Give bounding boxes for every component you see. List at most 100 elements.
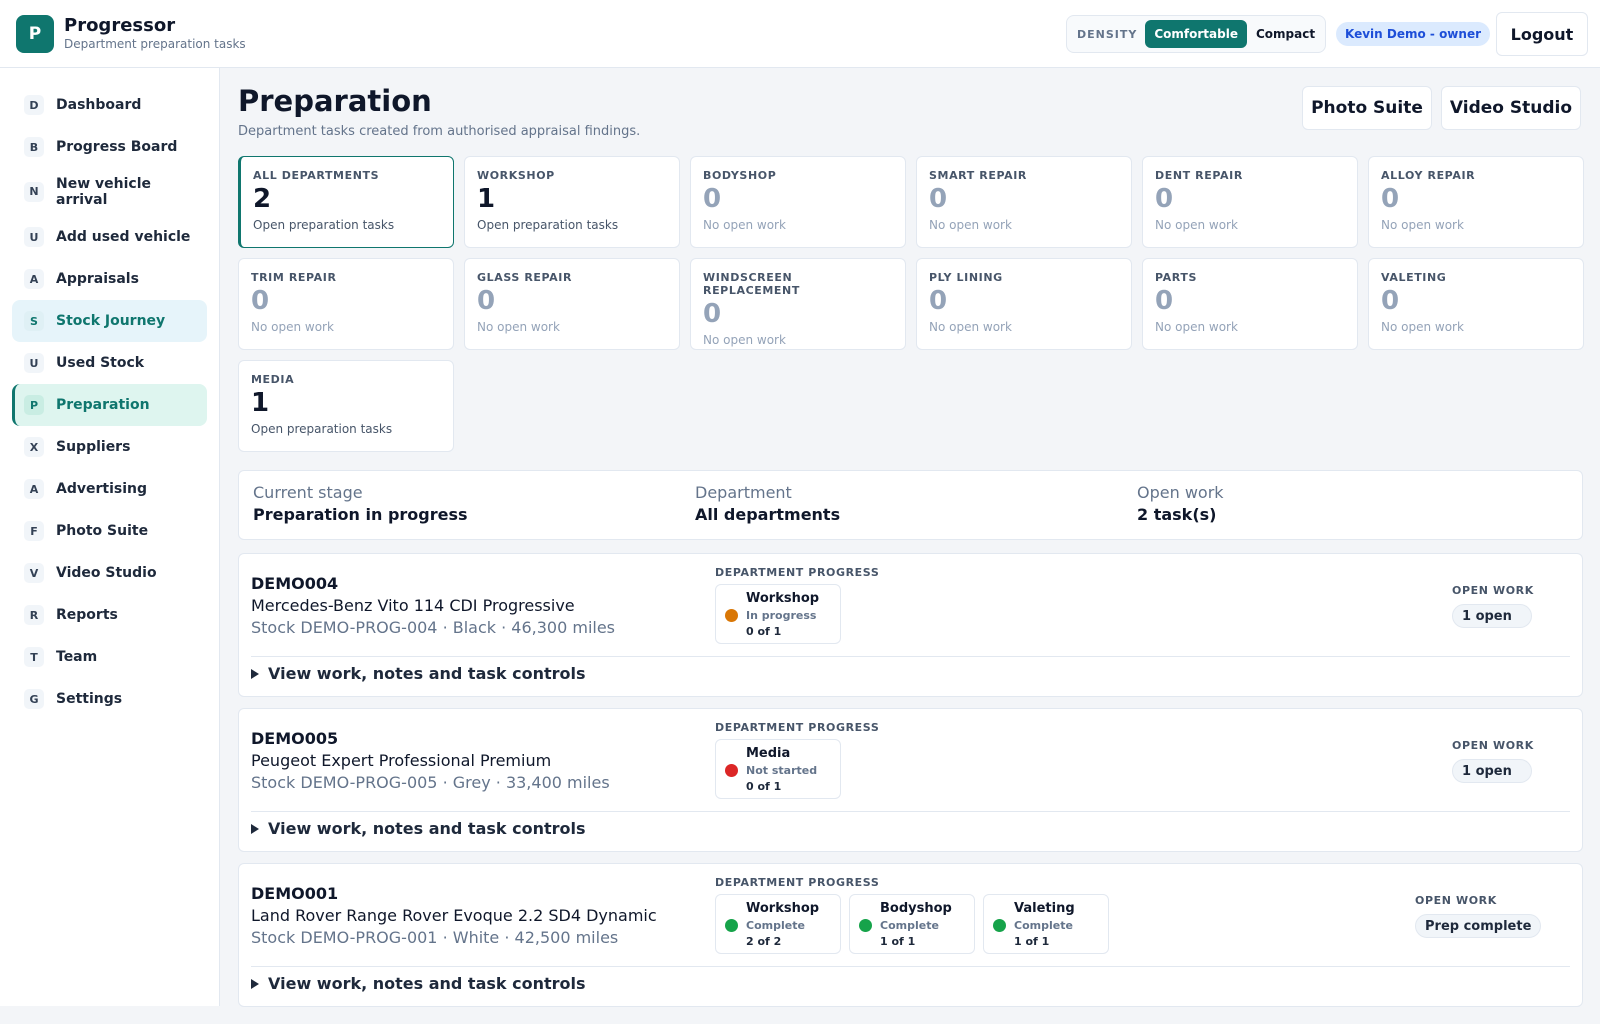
summary-stage-value: Preparation in progress [253,505,468,524]
vehicle-model: Peugeot Expert Professional Premium [251,751,552,770]
dept-card-note: Open preparation tasks [251,422,393,436]
dept-chip-count: 1 of 1 [880,935,916,948]
sidebar-item-add-used-vehicle[interactable]: U Add used vehicle [12,216,207,258]
open-work-badge: 1 open [1452,759,1532,783]
dept-card-windscreen-replacement[interactable]: WINDSCREEN REPLACEMENT 0 No open work [690,258,906,350]
dept-card-count: 0 [1155,184,1174,214]
sidebar-item-advertising[interactable]: A Advertising [12,468,207,510]
dept-card-media[interactable]: MEDIA 1 Open preparation tasks [238,360,454,452]
vehicle-card-demo004: DEMO004 Mercedes-Benz Vito 114 CDI Progr… [238,553,1583,697]
dept-chip-workshop[interactable]: Workshop In progress 0 of 1 [715,584,841,644]
summary-stage-label: Current stage [253,483,363,502]
disclosure-triangle-icon [251,823,259,834]
sidebar-item-appraisals[interactable]: A Appraisals [12,258,207,300]
dept-chip-status: Not started [746,764,818,777]
dept-chip-valeting[interactable]: Valeting Complete 1 of 1 [983,894,1109,954]
dept-card-alloy-repair[interactable]: ALLOY REPAIR 0 No open work [1368,156,1584,248]
view-work-toggle-label: View work, notes and task controls [268,974,586,993]
page-subtitle: Department tasks created from authorised… [238,124,641,139]
dept-card-note: Open preparation tasks [253,218,395,232]
app-logo[interactable]: P [16,15,54,53]
department-progress-chips: Workshop Complete 2 of 2 Bodyshop Comple… [715,894,1117,954]
user-badge: Kevin Demo - owner [1336,22,1490,46]
dept-chip-name: Valeting [1014,901,1075,916]
dept-card-ply-lining[interactable]: PLY LINING 0 No open work [916,258,1132,350]
summary-open-value: 2 task(s) [1137,505,1217,524]
density-comfortable-button[interactable]: Comfortable [1145,20,1247,48]
divider [251,811,1570,812]
view-work-toggle[interactable]: View work, notes and task controls [251,819,586,838]
sidebar-item-new-vehicle-arrival[interactable]: N New vehicle arrival [12,168,207,216]
status-dot-icon [725,609,738,622]
sidebar-item-reports[interactable]: R Reports [12,594,207,636]
nav-letter-icon: P [24,395,44,415]
sidebar-item-preparation[interactable]: P Preparation [12,384,207,426]
sidebar-item-stock-journey[interactable]: S Stock Journey [12,300,207,342]
status-dot-icon [993,919,1006,932]
status-dot-icon [725,919,738,932]
dept-card-count: 0 [1381,286,1400,316]
dept-card-trim-repair[interactable]: TRIM REPAIR 0 No open work [238,258,454,350]
dept-card-bodyshop[interactable]: BODYSHOP 0 No open work [690,156,906,248]
dept-card-glass-repair[interactable]: GLASS REPAIR 0 No open work [464,258,680,350]
dept-chip-bodyshop[interactable]: Bodyshop Complete 1 of 1 [849,894,975,954]
dept-card-note: No open work [1381,218,1464,232]
logout-button[interactable]: Logout [1496,12,1588,56]
dept-card-note: No open work [929,218,1012,232]
density-compact-button[interactable]: Compact [1247,20,1324,48]
sidebar-item-label: New vehicle arrival [56,176,151,208]
dept-chip-status: Complete [1014,919,1073,932]
dept-card-workshop[interactable]: WORKSHOP 1 Open preparation tasks [464,156,680,248]
dept-chip-media[interactable]: Media Not started 0 of 1 [715,739,841,799]
vehicle-reg: DEMO005 [251,729,339,748]
sidebar-item-label: Advertising [56,481,147,497]
sidebar-item-dashboard[interactable]: D Dashboard [12,84,207,126]
sidebar-item-label: Dashboard [56,97,142,113]
nav-letter-icon: A [24,269,44,289]
sidebar-item-label: Video Studio [56,565,157,581]
nav-letter-icon: A [24,479,44,499]
nav-letter-icon: G [24,689,44,709]
app-name: Progressor [64,15,176,36]
sidebar-item-settings[interactable]: G Settings [12,678,207,720]
sidebar-item-suppliers[interactable]: X Suppliers [12,426,207,468]
sidebar-item-team[interactable]: T Team [12,636,207,678]
sidebar-item-video-studio[interactable]: V Video Studio [12,552,207,594]
dept-card-note: No open work [929,320,1012,334]
view-work-toggle-label: View work, notes and task controls [268,819,586,838]
sidebar-item-progress-board[interactable]: B Progress Board [12,126,207,168]
dept-card-smart-repair[interactable]: SMART REPAIR 0 No open work [916,156,1132,248]
dept-card-dent-repair[interactable]: DENT REPAIR 0 No open work [1142,156,1358,248]
nav-letter-icon: R [24,605,44,625]
dept-card-label: MEDIA [251,373,295,386]
sidebar-item-label: Settings [56,691,123,707]
dept-chip-name: Media [746,746,791,761]
nav-letter-icon: S [24,311,44,331]
dept-chip-workshop[interactable]: Workshop Complete 2 of 2 [715,894,841,954]
density-label: DENSITY [1077,27,1138,41]
sidebar-item-used-stock[interactable]: U Used Stock [12,342,207,384]
sidebar-item-label: Preparation [56,397,150,413]
dept-card-label: BODYSHOP [703,169,777,182]
sidebar-item-photo-suite[interactable]: F Photo Suite [12,510,207,552]
top-bar: P Progressor Department preparation task… [0,0,1600,68]
dept-card-count: 0 [703,299,722,329]
photo-suite-button[interactable]: Photo Suite [1302,86,1432,130]
dept-chip-name: Bodyshop [880,901,952,916]
summary-department-label: Department [695,483,792,502]
dept-chip-count: 0 of 1 [746,780,782,793]
video-studio-button[interactable]: Video Studio [1441,86,1581,130]
dept-card-label: GLASS REPAIR [477,271,573,284]
sidebar-item-label: Progress Board [56,139,178,155]
view-work-toggle[interactable]: View work, notes and task controls [251,664,586,683]
department-progress-title: DEPARTMENT PROGRESS [715,876,880,889]
dept-card-all-departments[interactable]: ALL DEPARTMENTS 2 Open preparation tasks [238,156,454,248]
vehicle-reg: DEMO001 [251,884,339,903]
dept-card-parts[interactable]: PARTS 0 No open work [1142,258,1358,350]
dept-chip-count: 1 of 1 [1014,935,1050,948]
vehicle-reg: DEMO004 [251,574,339,593]
view-work-toggle[interactable]: View work, notes and task controls [251,974,586,993]
dept-card-valeting[interactable]: VALETING 0 No open work [1368,258,1584,350]
sidebar-item-label: Photo Suite [56,523,149,539]
summary-department-value: All departments [695,505,841,524]
